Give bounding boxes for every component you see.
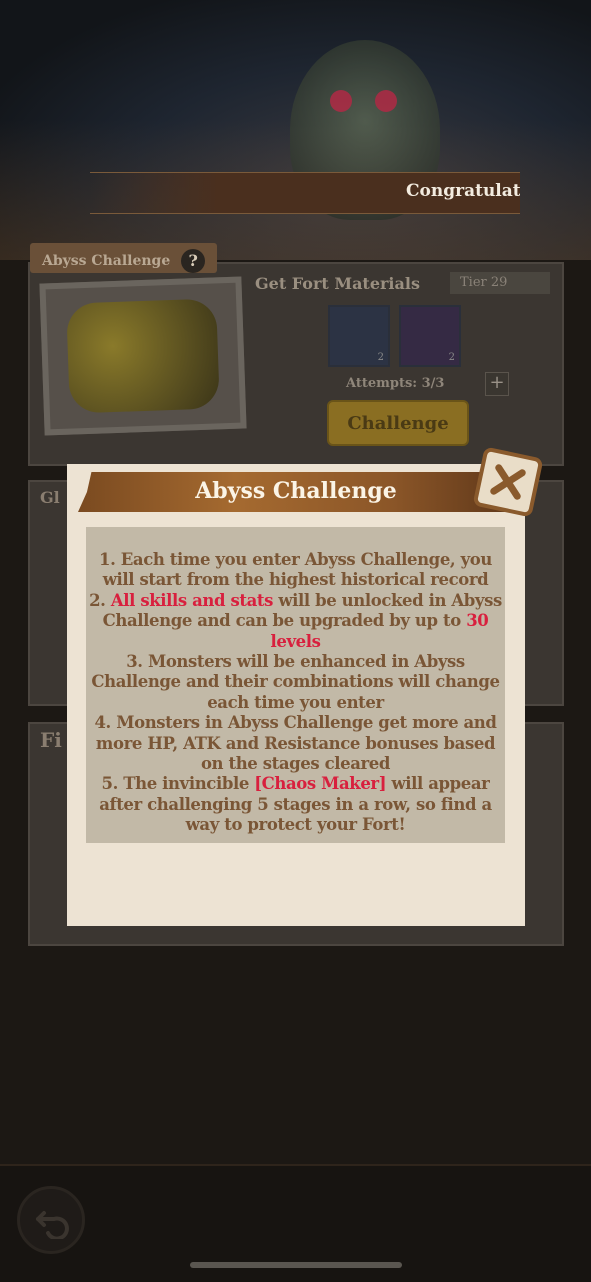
fort-material-slot-1[interactable]: 2 (328, 305, 390, 367)
background-scene (0, 0, 591, 260)
rule-item: 5. The invincible [Chaos Maker] will app… (88, 774, 503, 835)
rule-item: 1. Each time you enter Abyss Challenge, … (88, 550, 503, 591)
help-icon[interactable]: ? (181, 249, 206, 273)
rule-text: 5. The invincible (101, 774, 255, 794)
add-attempts-button[interactable]: + (485, 372, 509, 396)
rule-highlight: All skills and stats (110, 590, 274, 610)
rule-item: 2. All skills and stats will be unlocked… (88, 591, 503, 652)
rule-highlight: [Chaos Maker] (254, 774, 387, 794)
close-button[interactable] (472, 446, 544, 518)
third-card-tab: Fi (40, 728, 62, 752)
material-count: 2 (377, 352, 384, 363)
home-indicator[interactable] (190, 1262, 402, 1268)
card-tab-abyss-challenge: Abyss Challenge ? (30, 243, 218, 273)
rule-text: 1. Each time you enter Abyss Challenge, … (98, 550, 492, 590)
challenge-button[interactable]: Challenge (327, 400, 469, 446)
rule-item: 3. Monsters will be enhanced in Abyss Ch… (88, 652, 503, 713)
robot-illustration (66, 298, 220, 414)
second-card-tab: Gl (40, 488, 60, 507)
back-button[interactable] (17, 1186, 85, 1254)
rule-text: 3. Monsters will be enhanced in Abyss Ch… (91, 652, 500, 712)
attempts-label: Attempts: 3/3 (346, 376, 445, 391)
congratulation-banner: Congratulation (90, 172, 520, 214)
tier-badge: Tier 29 (450, 272, 550, 294)
material-count: 2 (448, 352, 455, 363)
back-arrow-icon (36, 1211, 69, 1239)
rule-item: 4. Monsters in Abyss Challenge get more … (88, 713, 503, 774)
rule-text: 2. (89, 590, 111, 610)
card-image (39, 276, 247, 436)
fort-material-slot-2[interactable]: 2 (399, 305, 461, 367)
modal-title: Abyss Challenge (195, 478, 397, 504)
card-title: Get Fort Materials (255, 274, 420, 293)
banner-text: Congratulation (406, 181, 520, 201)
card-tab-label: Abyss Challenge (42, 253, 171, 269)
rule-text: 4. Monsters in Abyss Challenge get more … (94, 713, 497, 774)
rules-text: 1. Each time you enter Abyss Challenge, … (88, 550, 503, 836)
close-icon (490, 464, 526, 500)
